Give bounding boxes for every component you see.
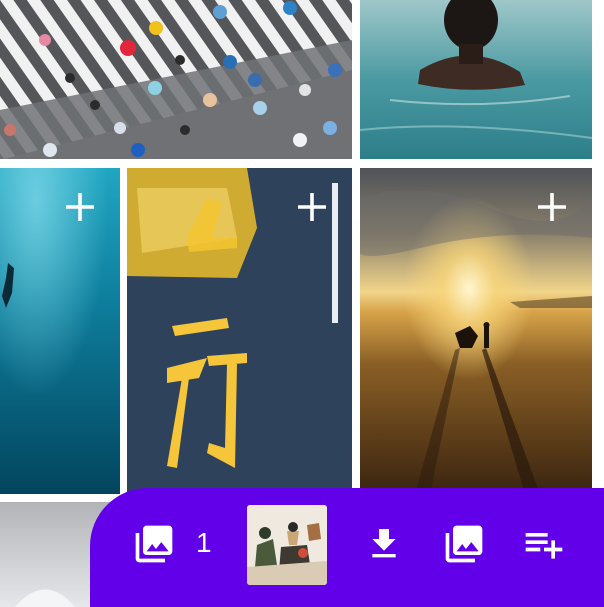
photo-tile-underwater[interactable] — [0, 168, 120, 494]
download-icon — [372, 529, 396, 558]
download-button[interactable] — [364, 524, 404, 564]
photo-library-icon — [445, 525, 483, 563]
selected-count: 1 — [196, 527, 212, 558]
photo-tile-taxi[interactable] — [127, 168, 352, 494]
photo-tile-swimmer[interactable] — [360, 0, 592, 159]
selected-photo-preview — [247, 505, 327, 585]
crosswalk-umbrellas-photo — [0, 0, 352, 159]
add-to-collection-button[interactable] — [442, 522, 486, 566]
photo-tile-beach-sunset[interactable] — [360, 168, 592, 494]
add-photo-button[interactable] — [295, 190, 329, 224]
photo-library-icon — [135, 525, 173, 563]
plus-icon — [298, 193, 326, 221]
add-photo-button[interactable] — [63, 190, 97, 224]
add-photo-button[interactable] — [535, 190, 569, 224]
playlist-add-icon — [525, 533, 563, 559]
photo-tile-crosswalk[interactable] — [0, 0, 352, 159]
gallery-button[interactable] — [132, 522, 176, 566]
plus-icon — [66, 193, 94, 221]
selected-photo-thumbnail[interactable] — [247, 505, 327, 585]
selection-bar: 1 — [90, 488, 604, 607]
swimmer-in-sea-photo — [360, 0, 592, 159]
underwater-diver-photo — [0, 168, 120, 494]
plus-icon — [538, 193, 566, 221]
add-to-queue-button[interactable] — [522, 522, 566, 566]
photo-picker-screen: 1 — [0, 0, 604, 607]
